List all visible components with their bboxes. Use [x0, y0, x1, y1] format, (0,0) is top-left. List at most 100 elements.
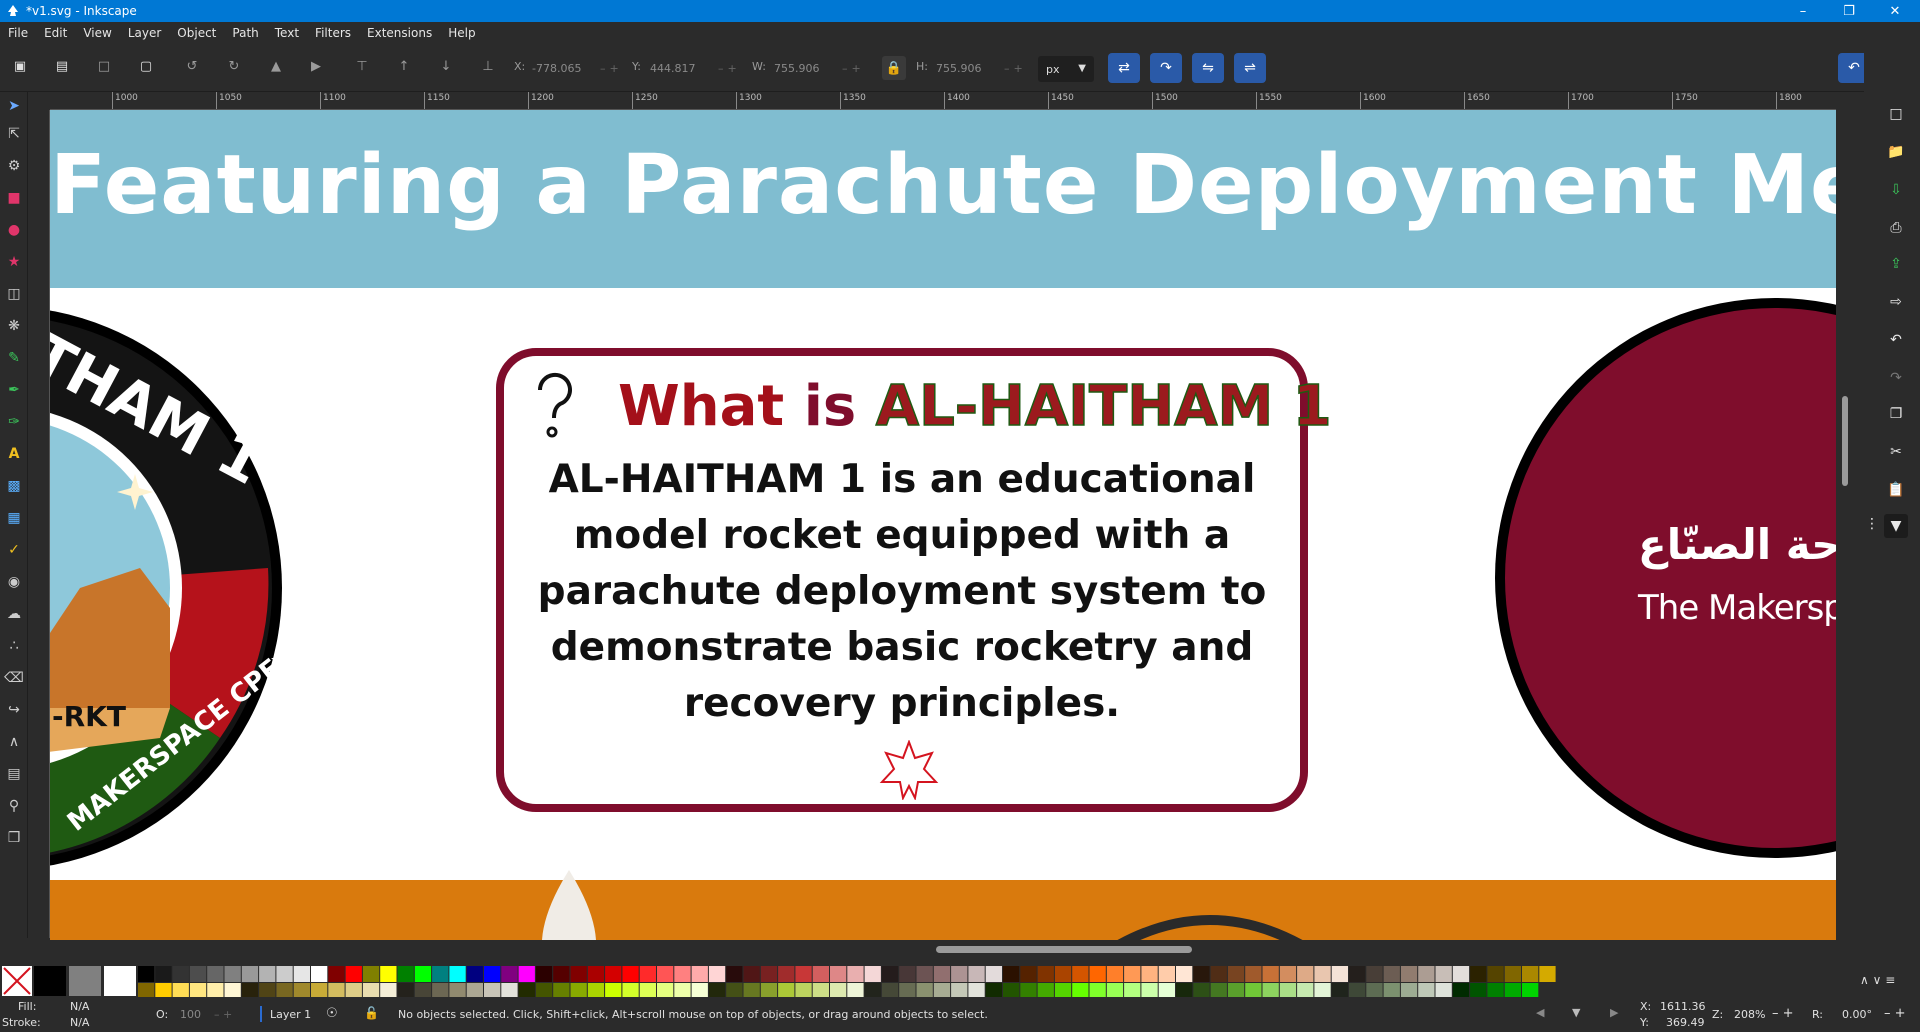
- rotate-ccw-icon[interactable]: ↺: [180, 54, 204, 78]
- color-swatch[interactable]: [501, 966, 518, 982]
- selector-tool-icon[interactable]: ➤: [2, 94, 26, 118]
- node-tool-icon[interactable]: ⇱: [2, 122, 26, 146]
- eraser-tool-icon[interactable]: ⌫: [2, 666, 26, 690]
- menu-object[interactable]: Object: [169, 26, 224, 40]
- color-swatch[interactable]: [1418, 983, 1435, 997]
- color-swatch[interactable]: [1262, 966, 1279, 982]
- flip-vertical-icon[interactable]: ▶: [304, 54, 328, 78]
- color-swatch[interactable]: [535, 966, 553, 982]
- h-field[interactable]: 755.906 –+: [936, 58, 1027, 78]
- color-swatch[interactable]: [189, 966, 207, 982]
- eye-icon[interactable]: ☉: [326, 1006, 338, 1021]
- color-swatch[interactable]: [916, 983, 933, 997]
- color-swatch[interactable]: [1227, 983, 1245, 997]
- color-swatch[interactable]: [1366, 966, 1383, 982]
- color-swatch[interactable]: [224, 983, 241, 997]
- more-options-icon[interactable]: ⋮: [1864, 512, 1880, 536]
- color-swatch[interactable]: [778, 966, 795, 982]
- color-swatch[interactable]: [899, 983, 916, 997]
- color-swatch[interactable]: [518, 966, 535, 982]
- mesh-tool-icon[interactable]: ▦: [2, 506, 26, 530]
- color-swatch[interactable]: [311, 966, 328, 982]
- color-swatch[interactable]: [1452, 966, 1470, 982]
- color-swatch[interactable]: [726, 966, 743, 982]
- opacity-stepper[interactable]: – +: [214, 1008, 232, 1021]
- menu-text[interactable]: Text: [267, 26, 307, 40]
- pen-tool-icon[interactable]: ✒: [2, 378, 26, 402]
- y-field[interactable]: 444.817 –+: [650, 58, 741, 78]
- color-swatch[interactable]: [449, 983, 466, 997]
- color-swatch[interactable]: [1383, 966, 1400, 982]
- color-swatch[interactable]: [1400, 966, 1418, 982]
- color-swatch[interactable]: [1452, 983, 1470, 997]
- star-tool-icon[interactable]: ★: [2, 250, 26, 274]
- cut-icon[interactable]: ✂: [1884, 440, 1908, 464]
- color-swatch[interactable]: [1176, 966, 1193, 982]
- color-swatch[interactable]: [484, 966, 501, 982]
- color-swatch[interactable]: [276, 983, 293, 997]
- color-swatch[interactable]: [1435, 966, 1452, 982]
- color-swatch[interactable]: [414, 983, 432, 997]
- color-swatch[interactable]: [639, 966, 656, 982]
- lock-ratio-icon[interactable]: 🔒: [882, 56, 906, 80]
- color-swatch[interactable]: [847, 966, 864, 982]
- color-swatch[interactable]: [830, 966, 847, 982]
- color-swatch[interactable]: [1020, 966, 1037, 982]
- color-swatch[interactable]: [1210, 983, 1227, 997]
- color-swatch[interactable]: [605, 983, 622, 997]
- color-swatch[interactable]: [916, 966, 933, 982]
- color-swatch[interactable]: [1227, 966, 1245, 982]
- fill-value[interactable]: N/A: [70, 1000, 89, 1013]
- color-swatch[interactable]: [951, 983, 968, 997]
- color-swatch[interactable]: [1435, 983, 1452, 997]
- rectangle-tool-icon[interactable]: ■: [2, 186, 26, 210]
- layer-name[interactable]: Layer 1: [270, 1008, 311, 1021]
- redo-icon[interactable]: ↷: [1884, 366, 1908, 390]
- color-swatch[interactable]: [933, 983, 951, 997]
- color-swatch[interactable]: [1193, 983, 1210, 997]
- color-swatch[interactable]: [484, 983, 501, 997]
- color-swatch[interactable]: [1487, 983, 1504, 997]
- color-swatch[interactable]: [362, 983, 380, 997]
- rotate-field[interactable]: 0.00°: [1842, 1008, 1872, 1021]
- color-swatch[interactable]: [1366, 983, 1383, 997]
- color-swatch[interactable]: [1072, 983, 1089, 997]
- horizontal-ruler[interactable]: 1000 1050 1100 1150 1200 1250 1300 1350 …: [50, 92, 1836, 110]
- color-swatch[interactable]: [293, 983, 310, 997]
- color-swatch[interactable]: [1262, 983, 1279, 997]
- color-swatch[interactable]: [639, 983, 656, 997]
- color-swatch[interactable]: [362, 966, 380, 982]
- print-icon[interactable]: ⎙: [1884, 216, 1908, 240]
- color-swatch[interactable]: [553, 966, 570, 982]
- 3d-box-tool-icon[interactable]: ◫: [2, 282, 26, 306]
- color-swatch[interactable]: [985, 983, 1002, 997]
- color-swatch[interactable]: [1522, 966, 1539, 982]
- color-swatch[interactable]: [1141, 983, 1158, 997]
- color-swatch[interactable]: [760, 983, 778, 997]
- overflow-menu-icon[interactable]: ▼: [1884, 514, 1908, 538]
- menu-edit[interactable]: Edit: [36, 26, 75, 40]
- color-swatch[interactable]: [535, 983, 553, 997]
- color-swatch[interactable]: [380, 966, 397, 982]
- color-swatch[interactable]: [1400, 983, 1418, 997]
- color-swatch[interactable]: [622, 983, 639, 997]
- color-swatch[interactable]: [207, 983, 224, 997]
- color-swatch[interactable]: [189, 983, 207, 997]
- color-swatch[interactable]: [69, 966, 101, 996]
- layers-tool-icon[interactable]: ❒: [2, 826, 26, 850]
- select-all-icon[interactable]: ▣: [8, 54, 32, 78]
- color-swatch[interactable]: [241, 983, 259, 997]
- deselect-icon[interactable]: □: [92, 54, 116, 78]
- color-swatch[interactable]: [933, 966, 951, 982]
- dropper-tool-icon[interactable]: ✓: [2, 538, 26, 562]
- color-swatch[interactable]: [1314, 966, 1331, 982]
- color-swatch[interactable]: [1297, 966, 1314, 982]
- color-swatch[interactable]: [847, 983, 864, 997]
- opacity-field[interactable]: 100: [180, 1008, 201, 1021]
- color-swatch[interactable]: [1054, 983, 1072, 997]
- restore-icon[interactable]: ❐: [1826, 0, 1872, 22]
- color-swatch[interactable]: [812, 966, 829, 982]
- color-swatch[interactable]: [881, 983, 899, 997]
- zoom-tool-icon[interactable]: ⚲: [2, 794, 26, 818]
- menu-file[interactable]: File: [0, 26, 36, 40]
